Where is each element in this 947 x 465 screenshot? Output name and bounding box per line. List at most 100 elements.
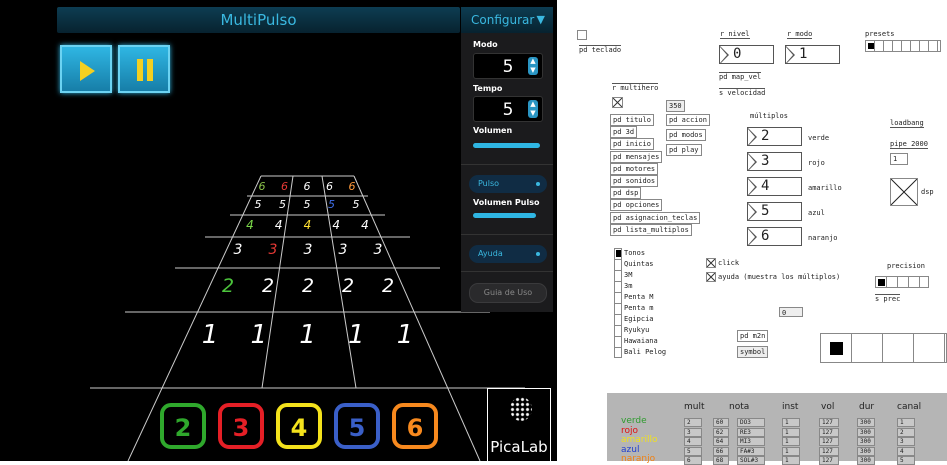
pd-subpatch[interactable]: pd sonidos — [610, 175, 659, 187]
cell-mult[interactable]: 4 — [684, 437, 702, 446]
ayuda-toggle[interactable] — [706, 272, 716, 282]
cell-inst[interactable]: 1 — [782, 418, 800, 427]
bang-toggle[interactable] — [577, 30, 587, 40]
fret-number: 4 — [274, 217, 283, 232]
mult-number-azul[interactable]: 5 — [747, 202, 802, 221]
guia-de-uso-button[interactable]: Guia de Uso — [469, 283, 547, 303]
fret-number: 6 — [281, 180, 288, 194]
presets-radio[interactable] — [865, 40, 941, 52]
cell-vol[interactable]: 127 — [819, 446, 839, 456]
cell-inst[interactable]: 1 — [782, 437, 800, 446]
cell-mnum[interactable]: 64 — [713, 437, 729, 446]
mult-number-verde[interactable]: 2 — [747, 127, 802, 146]
s-prec[interactable]: s prec — [875, 294, 901, 303]
pd-subpatch[interactable]: pd mensajes — [610, 150, 663, 163]
dsp-toggle[interactable] — [890, 178, 918, 206]
pipe-2000[interactable]: pipe 2000 — [890, 140, 928, 149]
fret-number: 5 — [303, 198, 311, 212]
fret-number: 3 — [303, 242, 313, 259]
volumen-pulso-slider[interactable] — [473, 213, 536, 218]
cell-dur[interactable]: 300 — [857, 418, 875, 427]
s-velocidad[interactable]: s velocidad — [719, 88, 766, 97]
pd-play[interactable]: pd play — [666, 144, 702, 156]
modo-stepper[interactable]: 5 ▲ ▼ — [473, 53, 543, 79]
pulse-button-5[interactable]: 5 — [334, 403, 380, 449]
volumen-slider[interactable] — [473, 143, 540, 148]
click-label: click — [718, 259, 740, 267]
pulse-button-4[interactable]: 4 — [276, 403, 322, 449]
cell-mult[interactable]: 2 — [684, 418, 702, 427]
cell-dur[interactable]: 300 — [857, 427, 875, 437]
cell-mult[interactable]: 5 — [684, 446, 702, 456]
mult-number-amarillo[interactable]: 4 — [747, 177, 802, 196]
cell-inst[interactable]: 1 — [782, 446, 800, 456]
mult-number-rojo[interactable]: 3 — [747, 152, 802, 171]
cell-vol[interactable]: 127 — [819, 437, 839, 446]
cell-vol[interactable]: 127 — [819, 418, 839, 427]
cell-canal[interactable]: 1 — [897, 418, 915, 427]
pd-subpatch[interactable]: pd titulo — [610, 114, 654, 126]
loadbang[interactable]: loadbang — [890, 119, 924, 128]
n350[interactable]: 350 — [666, 100, 685, 112]
pd-subpatch[interactable]: pd inicio — [610, 138, 654, 151]
cell-nota[interactable]: MI3 — [737, 437, 765, 446]
pd-map-vel[interactable]: pd map_vel — [719, 72, 762, 81]
cell-canal[interactable]: 2 — [897, 427, 915, 437]
pulse-button-2[interactable]: 2 — [160, 403, 206, 449]
cell-mnum[interactable]: 60 — [713, 418, 729, 427]
pd-accion[interactable]: pd accion — [666, 114, 710, 126]
r-modo[interactable]: r modo — [787, 30, 813, 39]
cell-nota[interactable]: FA#3 — [737, 446, 765, 456]
zero-number[interactable]: 0 — [779, 307, 803, 317]
r-nivel[interactable]: r nivel — [720, 30, 750, 39]
pd-teclado[interactable]: pd teclado — [579, 45, 622, 54]
modo-number[interactable]: 1 — [785, 45, 840, 64]
cell-mnum[interactable]: 62 — [713, 427, 729, 437]
cell-mnum[interactable]: 66 — [713, 446, 729, 456]
pd-subpatch[interactable]: pd asignacion_teclas — [610, 211, 701, 224]
pd-subpatch[interactable]: pd lista_multiplos — [610, 223, 692, 236]
one-number[interactable]: 1 — [890, 153, 908, 165]
nivel-number[interactable]: 0 — [719, 45, 774, 64]
precision-radio[interactable] — [875, 276, 929, 288]
column-header: nota — [729, 402, 750, 412]
cell-inst[interactable]: 1 — [782, 427, 800, 437]
pulse-button-6[interactable]: 6 — [392, 403, 438, 449]
cell-dur[interactable]: 300 — [857, 437, 875, 446]
pd-subpatch[interactable]: pd motores — [610, 162, 659, 175]
symbol-box[interactable]: symbol — [737, 346, 769, 358]
mult-name: rojo — [808, 159, 825, 167]
cell-canal[interactable]: 3 — [897, 437, 915, 446]
pd-subpatch[interactable]: pd opciones — [610, 199, 663, 212]
cell-nota[interactable]: RE3 — [737, 427, 765, 437]
tempo-stepper[interactable]: 5 ▲ ▼ — [473, 96, 543, 122]
logo-text: PicaLab — [490, 438, 548, 456]
spinner-arrows-icon[interactable]: ▲ ▼ — [528, 100, 538, 118]
r-multihero[interactable]: r multihero — [612, 83, 659, 92]
cell-nota[interactable]: DO3 — [737, 418, 765, 427]
spinner-arrows-icon[interactable]: ▲ ▼ — [528, 57, 538, 75]
fret-number: 3 — [233, 242, 243, 259]
x-toggle-icon — [890, 178, 918, 206]
dropdown-arrow-icon[interactable]: ▼ — [537, 7, 545, 33]
mult-radio[interactable] — [820, 333, 947, 363]
mult-number-naranjo[interactable]: 6 — [747, 227, 802, 246]
pulse-button-3[interactable]: 3 — [218, 403, 264, 449]
click-toggle[interactable] — [706, 258, 716, 268]
pd-m2n[interactable]: pd m2n — [737, 330, 769, 342]
ayuda-select[interactable]: Ayuda — [469, 245, 547, 263]
fret-number: 2 — [301, 274, 315, 297]
pulso-select[interactable]: Pulso — [469, 175, 547, 193]
scale-radio[interactable] — [614, 248, 622, 358]
scale-label: Bali Pelog — [624, 348, 667, 356]
pd-subpatch[interactable]: pd 3d — [610, 126, 638, 139]
cell-vol[interactable]: 127 — [819, 427, 839, 437]
multihero-toggle[interactable] — [612, 97, 623, 108]
cell-mult[interactable]: 3 — [684, 427, 702, 437]
cell-canal[interactable]: 4 — [897, 446, 915, 456]
configurar-header[interactable]: Configurar ▼ — [461, 7, 553, 33]
pd-modos[interactable]: pd modos — [666, 129, 706, 141]
fret-number: 6 — [326, 180, 333, 194]
pd-subpatch[interactable]: pd dsp — [610, 187, 642, 200]
cell-dur[interactable]: 300 — [857, 446, 875, 456]
